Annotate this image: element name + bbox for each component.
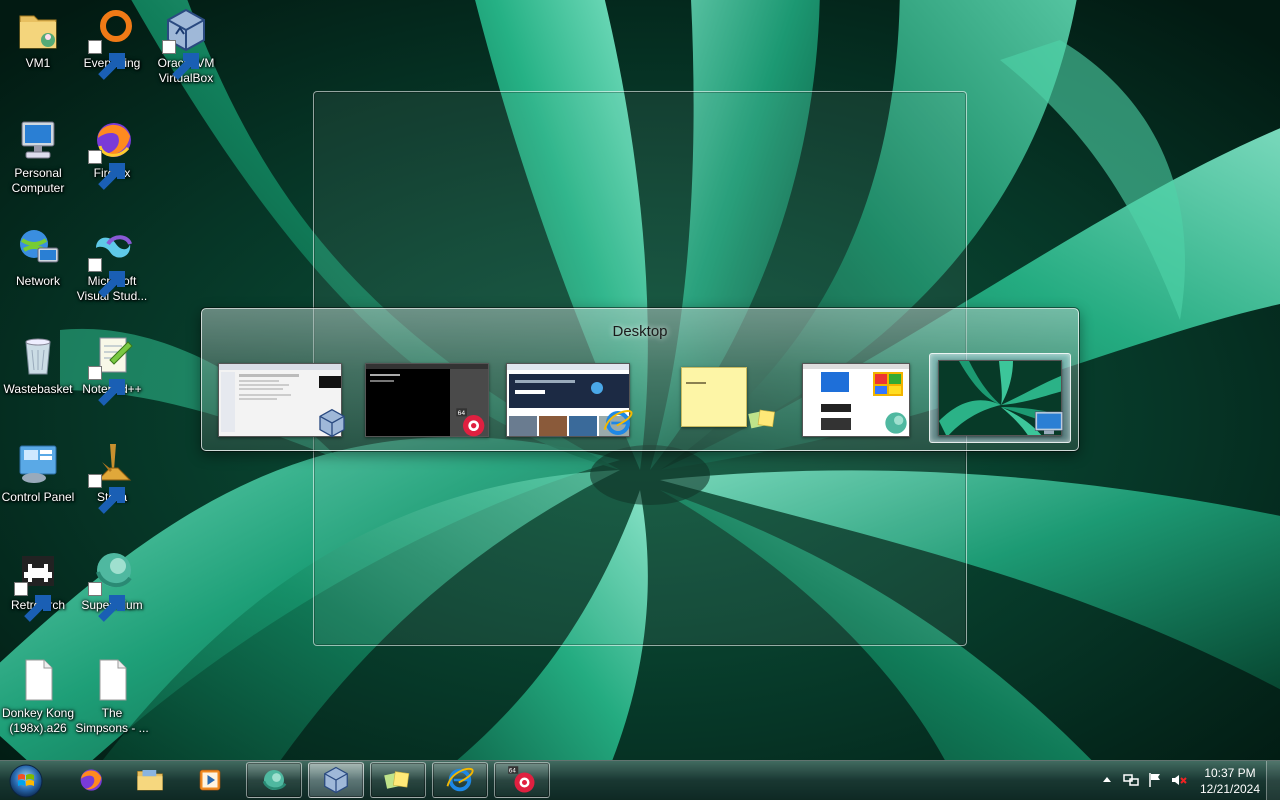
tray-show-hidden-icons[interactable]	[1098, 771, 1116, 789]
desktop-icon-control-panel[interactable]: Control Panel	[0, 440, 76, 505]
desktop-icon-label: Wastebasket	[3, 382, 73, 396]
file-explorer-icon	[137, 770, 163, 791]
control-panel-icon	[14, 440, 62, 488]
notepad-plus-plus-icon	[88, 332, 136, 406]
windows-logo-icon	[9, 764, 43, 798]
desktop-icon-supermium[interactable]: Supermium	[74, 548, 150, 622]
stella-joystick-icon	[88, 440, 136, 514]
virtualbox-icon	[162, 6, 210, 80]
desktop-icon	[1034, 410, 1064, 436]
desktop-icon-label: Control Panel	[1, 490, 75, 504]
desktop-icon-stella[interactable]: Stella	[74, 440, 150, 514]
retroarch-icon	[14, 548, 62, 622]
taskbar-file-explorer[interactable]	[122, 762, 178, 798]
shortcut-arrow-icon	[88, 474, 125, 514]
virtualbox-icon	[324, 766, 348, 794]
shortcut-arrow-icon	[88, 40, 125, 80]
retroarch-icon: 64	[508, 766, 535, 793]
start-button[interactable]	[6, 762, 46, 800]
everything-search-icon	[88, 6, 136, 80]
taskbar-media-player[interactable]	[182, 762, 238, 798]
sticky-notes-icon	[384, 771, 410, 789]
network-tray-icon	[1123, 774, 1139, 786]
desktop-icon-firefox[interactable]: Firefox	[74, 116, 150, 190]
window-thumbnail	[681, 367, 747, 427]
desktop-icon-everything[interactable]: Everything	[74, 6, 150, 80]
taskbar-sticky-notes[interactable]	[370, 762, 426, 798]
switcher-title: Desktop	[612, 323, 668, 340]
file-icon	[88, 656, 136, 704]
chevron-up-icon	[1103, 777, 1111, 782]
desktop-icon-donkey-kong[interactable]: Donkey Kong (198x).a26	[0, 656, 76, 736]
svg-text:64: 64	[509, 768, 516, 775]
clock-date: 12/21/2024	[1199, 782, 1261, 796]
desktop-icon-network[interactable]: Network	[0, 224, 76, 289]
firefox-icon	[88, 116, 136, 190]
desktop-icon-retroarch[interactable]: RetroArch	[0, 548, 76, 622]
desktop-icon-virtualbox[interactable]: Oracle VM VirtualBox	[148, 6, 224, 86]
supermium-icon	[88, 548, 136, 622]
tray-network[interactable]	[1122, 771, 1140, 789]
clock-time: 10:37 PM	[1204, 766, 1256, 780]
desktop-icon-personal-computer[interactable]: Personal Computer	[0, 116, 76, 196]
tray-volume[interactable]	[1170, 771, 1188, 789]
tray-action-center[interactable]	[1146, 771, 1164, 789]
shortcut-arrow-icon	[14, 582, 51, 622]
desktop-icon-visual-studio[interactable]: Microsoft Visual Stud...	[74, 224, 150, 304]
desktop-icon-label: Donkey Kong (198x).a26	[1, 706, 75, 735]
desktop-icon-vm1[interactable]: VM1	[0, 6, 76, 71]
desktop-icon-notepad-plus-plus[interactable]: Notepad++	[74, 332, 150, 406]
tray-clock[interactable]: 10:37 PM 12/21/2024	[1190, 765, 1270, 797]
desktop-icon-label: VM1	[25, 56, 51, 70]
show-desktop-button[interactable]	[1266, 761, 1280, 800]
retroarch-icon: 64	[455, 407, 487, 439]
ie-icon	[602, 407, 634, 439]
taskbar-virtualbox[interactable]	[308, 762, 364, 798]
recycle-bin-icon	[14, 332, 62, 380]
media-player-icon	[199, 769, 221, 791]
supermium-icon	[880, 407, 912, 439]
shortcut-arrow-icon	[88, 258, 125, 298]
taskbar-internet-explorer[interactable]	[432, 762, 488, 798]
switcher-item-supermium[interactable]	[802, 361, 930, 437]
switcher-item-virtualbox[interactable]	[218, 361, 348, 439]
shortcut-arrow-icon	[88, 366, 125, 406]
switcher-item-sticky-notes[interactable]	[677, 361, 777, 437]
virtualbox-icon	[316, 407, 348, 439]
desktop-icon-label: Network	[15, 274, 60, 288]
taskbar-retroarch[interactable]: 64	[494, 762, 550, 798]
taskbar-supermium[interactable]	[246, 762, 302, 798]
ie-icon	[446, 767, 474, 792]
firefox-icon	[80, 769, 102, 791]
flag-icon	[1149, 773, 1160, 787]
desktop-icon-the-simpsons[interactable]: The Simpsons - ...	[74, 656, 150, 736]
volume-muted-icon	[1172, 775, 1187, 785]
svg-text:64: 64	[458, 410, 466, 417]
desktop-icon-label: The Simpsons - ...	[75, 706, 149, 735]
supermium-icon	[262, 770, 287, 790]
switcher-item-retroarch[interactable]: 64	[365, 361, 493, 437]
switcher-item-internet-explorer[interactable]	[506, 361, 634, 437]
alt-tab-switcher[interactable]: Desktop 64	[201, 308, 1079, 451]
sticky-notes-icon	[747, 403, 779, 435]
shortcut-arrow-icon	[88, 150, 125, 190]
computer-icon	[14, 116, 62, 164]
file-icon	[14, 656, 62, 704]
visual-studio-icon	[88, 224, 136, 298]
shortcut-arrow-icon	[162, 40, 199, 80]
folder-icon	[14, 6, 62, 54]
network-icon	[14, 224, 62, 272]
taskbar-firefox[interactable]	[62, 762, 118, 798]
desktop-icon-wastebasket[interactable]: Wastebasket	[0, 332, 76, 397]
desktop-icon-label: Personal Computer	[11, 166, 65, 195]
shortcut-arrow-icon	[88, 582, 125, 622]
switcher-item-desktop[interactable]	[929, 353, 1071, 443]
